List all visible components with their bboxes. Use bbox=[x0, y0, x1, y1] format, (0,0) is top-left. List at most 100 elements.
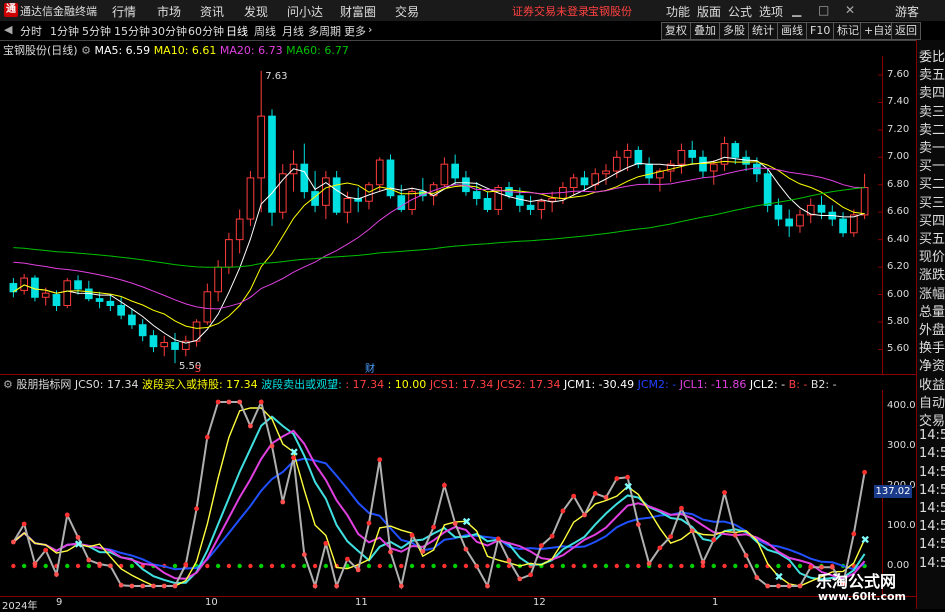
toolbar-multi-stock[interactable]: 多股 bbox=[719, 22, 749, 40]
oscillator-point bbox=[398, 583, 404, 589]
period-tab-30min[interactable]: 30分钟 bbox=[151, 23, 187, 39]
cross-marker-icon: ✖ bbox=[624, 481, 633, 494]
menu-item-layout[interactable]: 版面 bbox=[697, 3, 721, 20]
maximize-icon[interactable]: □ bbox=[818, 3, 829, 17]
menu-item-ask[interactable]: 问小达 bbox=[287, 3, 323, 20]
x-label-dec: 12 bbox=[533, 597, 546, 608]
menu-item-news[interactable]: 资讯 bbox=[200, 3, 224, 20]
user-guest[interactable]: 游客 bbox=[895, 3, 919, 20]
scroll-left-icon[interactable]: ◀ bbox=[4, 23, 12, 36]
toolbar-stats[interactable]: 统计 bbox=[748, 22, 778, 40]
signal-dot bbox=[668, 563, 673, 569]
period-tab-more[interactable]: 更多 bbox=[344, 23, 366, 39]
signal-dot bbox=[679, 563, 684, 569]
menu-item-market[interactable]: 市场 bbox=[157, 3, 181, 20]
signal-dot bbox=[226, 563, 232, 569]
period-tab-daily[interactable]: 日线 bbox=[226, 23, 248, 39]
period-tab-15min[interactable]: 15分钟 bbox=[114, 23, 150, 39]
candle-body bbox=[95, 298, 104, 302]
toolbar-mark[interactable]: 标记 bbox=[833, 22, 863, 40]
period-tab-60min[interactable]: 60分钟 bbox=[188, 23, 224, 39]
price-tick-label: 6.60 bbox=[887, 206, 910, 218]
oscillator-point bbox=[776, 583, 781, 589]
side-panel-label-25: 14:5 bbox=[919, 501, 945, 516]
candle-body bbox=[526, 204, 535, 210]
panel-divider bbox=[0, 374, 916, 375]
toolbar-back[interactable]: 返回 bbox=[891, 22, 921, 40]
candle-body bbox=[634, 149, 643, 165]
oscillator-point bbox=[301, 552, 307, 557]
side-panel-label-26: 14:5 bbox=[919, 519, 945, 535]
period-tab-1min[interactable]: 1分钟 bbox=[50, 23, 79, 39]
candle-body bbox=[699, 156, 707, 172]
oscillator-point bbox=[151, 583, 156, 589]
oscillator-point bbox=[441, 482, 447, 488]
signal-dot bbox=[215, 563, 221, 569]
close-icon[interactable]: ✕ bbox=[845, 3, 855, 17]
candle-body bbox=[322, 177, 330, 206]
candle-body bbox=[548, 197, 556, 202]
price-tick-label: 5.80 bbox=[887, 315, 910, 327]
candle-body bbox=[74, 280, 82, 290]
x-label-oct: 10 bbox=[205, 597, 218, 608]
signal-dot bbox=[129, 563, 135, 569]
side-panel-label-18: 收益 bbox=[919, 377, 945, 393]
menu-item-formula[interactable]: 公式 bbox=[728, 3, 752, 20]
signal-dot bbox=[259, 563, 264, 569]
x-label-jan: 1 bbox=[712, 597, 719, 608]
signal-dot bbox=[280, 563, 285, 569]
period-tab-monthly[interactable]: 月线 bbox=[282, 23, 304, 39]
menu-item-quotes[interactable]: 行情 bbox=[112, 3, 136, 20]
menu-item-options[interactable]: 选项 bbox=[759, 3, 783, 20]
more-chevron-icon[interactable]: › bbox=[368, 23, 372, 36]
menu-item-trade[interactable]: 交易 bbox=[395, 3, 419, 20]
indicator-chart[interactable]: ✖ ✖ ✖ ✖ ✖ ✖ bbox=[0, 390, 916, 596]
side-panel-label-21: 14:5 bbox=[919, 428, 945, 444]
oscillator-point bbox=[474, 563, 480, 569]
candle-body bbox=[742, 156, 750, 165]
side-panel-label-2: 卖四 bbox=[919, 86, 945, 102]
period-tab-timeshare[interactable]: 分时 bbox=[20, 23, 42, 39]
candle-body bbox=[688, 149, 697, 158]
period-tab-multi[interactable]: 多周期 bbox=[308, 23, 341, 39]
oscillator-point bbox=[506, 558, 512, 563]
oscillator-point bbox=[463, 546, 469, 552]
oscillator-point bbox=[657, 545, 663, 551]
oscillator-point bbox=[64, 512, 70, 518]
candle-body bbox=[138, 324, 147, 337]
signal-s-marker: S bbox=[195, 364, 201, 374]
signal-dot bbox=[593, 563, 598, 569]
menu-item-discover[interactable]: 发现 bbox=[244, 3, 268, 20]
signal-dot bbox=[496, 563, 501, 569]
toolbar-restore-rights[interactable]: 复权 bbox=[661, 22, 691, 40]
toolbar-f10[interactable]: F10 bbox=[806, 22, 835, 40]
candle-body bbox=[580, 177, 589, 186]
toolbar-overlay[interactable]: 叠加 bbox=[690, 22, 720, 40]
candlestick-chart[interactable]: 7.63 5.50 S 财 bbox=[0, 56, 916, 374]
oscillator-point bbox=[323, 540, 329, 546]
oscillator-point bbox=[528, 572, 533, 578]
oscillator-point bbox=[377, 457, 383, 463]
toolbar-draw[interactable]: 画线 bbox=[777, 22, 807, 40]
period-tab-5min[interactable]: 5分钟 bbox=[82, 23, 111, 39]
candle-body bbox=[225, 239, 233, 268]
login-status[interactable]: 证券交易未登录 bbox=[512, 3, 589, 19]
candle-body bbox=[63, 280, 72, 307]
ma5-line bbox=[13, 156, 865, 344]
minimize-icon[interactable]: ▁ bbox=[792, 3, 801, 17]
period-tab-weekly[interactable]: 周线 bbox=[254, 23, 276, 39]
candle-body bbox=[375, 159, 384, 186]
menu-item-function[interactable]: 功能 bbox=[666, 3, 690, 20]
oscillator-point bbox=[754, 575, 760, 580]
menu-item-wealth[interactable]: 财富圈 bbox=[340, 3, 376, 20]
signal-dot bbox=[323, 563, 329, 569]
oscillator-point bbox=[248, 423, 253, 429]
oscillator-point bbox=[431, 524, 437, 530]
signal-dot bbox=[711, 563, 716, 569]
signal-dot bbox=[743, 563, 749, 569]
oscillator-point bbox=[625, 474, 630, 480]
quote-side-panel[interactable]: 委比 卖五 卖四 卖三 卖二 卖一 买一 买二 买三 买四 买五 现价 涨跌 涨幅 总量 外盘 换手 净资 收益 自动… bbox=[916, 40, 945, 609]
signal-dot bbox=[690, 563, 695, 569]
side-panel-label-8: 买三 bbox=[919, 195, 945, 211]
price-tick-label: 6.80 bbox=[887, 178, 910, 190]
